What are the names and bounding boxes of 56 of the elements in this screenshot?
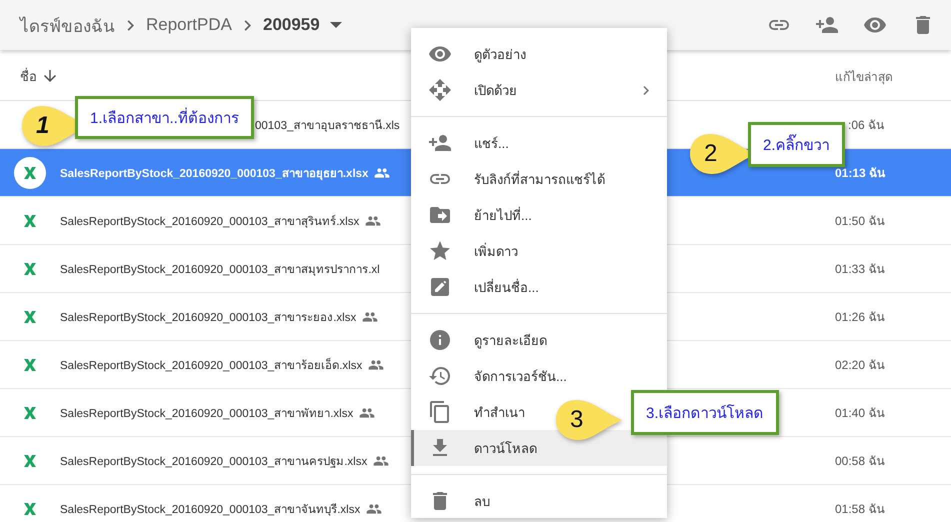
menu-item[interactable]: ดูตัวอย่าง	[411, 36, 667, 72]
bubble-tooltip	[554, 398, 624, 442]
spreadsheet-icon	[22, 500, 38, 516]
file-name: SalesReportByStock_20160920_000103_สาขาสมุทรปราการ.xl	[60, 262, 380, 278]
modified-time: 01:33 ฉัน	[835, 261, 886, 278]
step-number: 2	[704, 140, 718, 168]
callout-tooltip: 3.เลือกดาวน์โหลด	[631, 390, 779, 435]
modified-time: 02:20 ฉัน	[835, 357, 886, 374]
menu-item[interactable]: ดูรายละเอียด	[411, 322, 667, 358]
spreadsheet-icon	[22, 164, 38, 180]
four-arrows-icon	[428, 78, 452, 102]
chevron-right-icon	[127, 20, 134, 30]
file-name: SalesReportByStock_20160920_000103_สาขาจันทบุรี.xlsx	[60, 502, 360, 518]
spreadsheet-icon	[22, 260, 38, 276]
spreadsheet-icon	[22, 404, 38, 420]
menu-item[interactable]: รับลิงก์ที่สามารถแชร์ได้	[411, 161, 667, 197]
menu-item[interactable]: เพิ่มดาว	[411, 233, 667, 269]
breadcrumb-link[interactable]: ReportPDA	[146, 15, 232, 35]
menu-item[interactable]: ดาวน์โหลด	[411, 430, 667, 466]
file-name: SalesReportByStock_20160920_000103_สาขาพัทยา.xlsx	[60, 406, 354, 422]
copy-icon	[428, 400, 452, 424]
info-icon	[428, 328, 452, 352]
modified-time: 00:58 ฉัน	[835, 453, 886, 470]
chevron-right-icon	[244, 20, 251, 30]
menu-item[interactable]: ย้ายไปที่...	[411, 197, 667, 233]
spreadsheet-icon	[22, 212, 38, 228]
modified-time: :06 ฉัน	[848, 117, 886, 134]
pencil-icon	[428, 275, 452, 299]
file-name: SalesReportByStock_20160920_000103_สาขาระยอง.xlsx	[60, 310, 356, 326]
menu-item[interactable]: เปลี่ยนชื่อ...	[411, 269, 667, 305]
file-name: SalesReportByStock_20160920_000103_สาขานครปฐม.xlsx	[60, 454, 368, 470]
column-header[interactable]: แก้ไขล่าสุด	[835, 66, 951, 86]
modified-time: 01:26 ฉัน	[835, 309, 886, 326]
file-name: SalesReportByStock_20160920_000103_สาขาอยุธยา.xlsx	[60, 166, 368, 182]
arrow-down-icon[interactable]	[41, 67, 59, 85]
breadcrumb-link[interactable]: ไดรฟ์ของฉัน	[20, 12, 115, 38]
spreadsheet-icon	[22, 356, 38, 372]
menu-item[interactable]: เปิดด้วย	[411, 72, 667, 108]
spreadsheet-icon	[22, 308, 38, 324]
history-icon	[428, 364, 452, 388]
column-header[interactable]: ชื่อ	[20, 66, 37, 86]
file-name: 00103_สาขาอุบลราชธานี.xls	[255, 118, 400, 134]
menu-item[interactable]: ลบ	[411, 483, 667, 519]
step-number: 1	[36, 112, 50, 140]
menu-item[interactable]: แชร์...	[411, 125, 667, 161]
file-name: SalesReportByStock_20160920_000103_สาขาร้อยเอ็ด.xlsx	[60, 356, 362, 374]
callout-tooltip: 1.เลือกสาขา..ที่ต้องการ	[75, 96, 254, 139]
modified-time: 01:40 ฉัน	[835, 405, 886, 422]
callout-tooltip: 2.คลิ๊กขวา	[748, 122, 845, 167]
caret-icon[interactable]	[330, 22, 342, 28]
breadcrumb-link[interactable]: 200959	[262, 15, 320, 35]
modified-time: 01:50 ฉัน	[835, 213, 886, 230]
modified-time: 01:58 ฉัน	[835, 501, 886, 518]
modified-time: 01:13 ฉัน	[835, 165, 886, 182]
spreadsheet-icon	[22, 452, 38, 468]
file-name: SalesReportByStock_20160920_000103_สาขาสุรินทร์.xlsx	[60, 214, 360, 230]
